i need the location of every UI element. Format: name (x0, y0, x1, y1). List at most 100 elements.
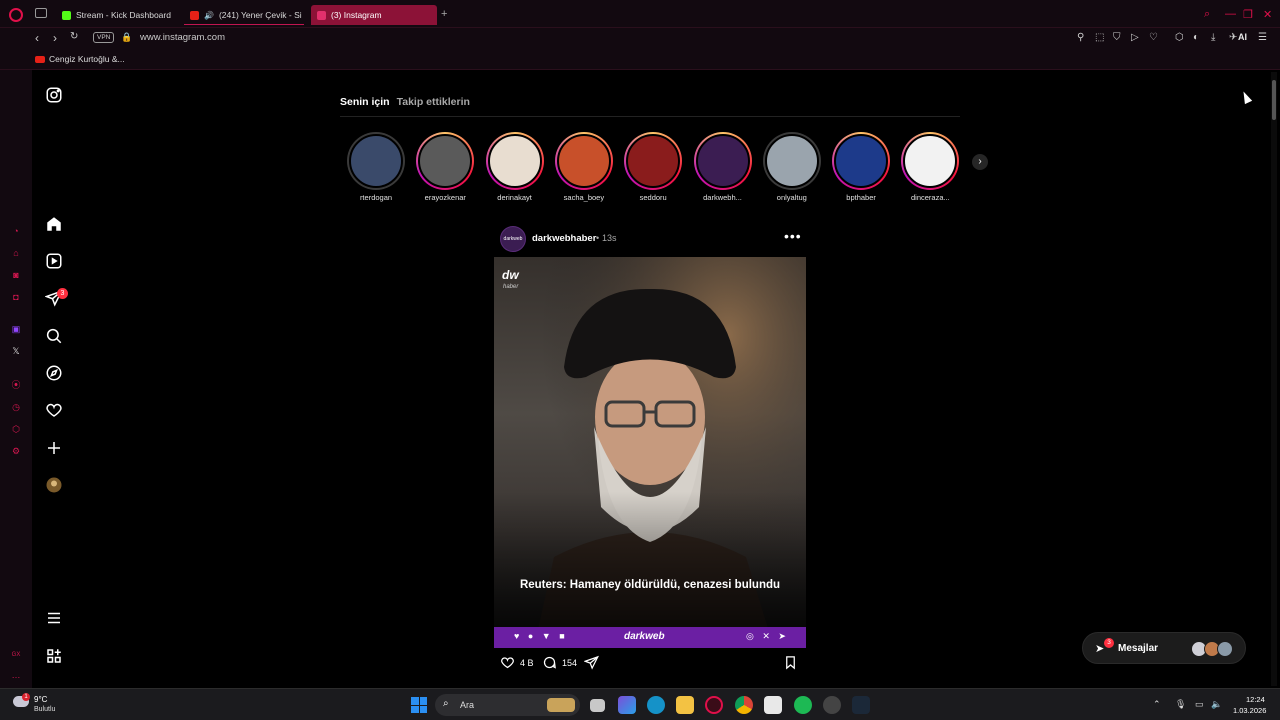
comment-button[interactable]: 154 (542, 655, 577, 670)
story-item[interactable]: onlyaltug (760, 132, 824, 202)
opera-logo-icon[interactable] (9, 8, 23, 22)
reels-icon[interactable] (44, 251, 64, 271)
heart-icon[interactable]: ♡ (1149, 32, 1158, 43)
tab-instagram[interactable]: (3) Instagram (311, 5, 437, 25)
explore-icon[interactable] (44, 363, 64, 383)
tab-for-you[interactable]: Senin için (340, 96, 390, 108)
sidebar-x-icon[interactable]: 𝕏 (11, 346, 21, 356)
avatar (903, 134, 958, 188)
story-item[interactable]: sacha_boey (552, 132, 616, 202)
edge-icon[interactable] (647, 696, 665, 714)
dw-logo-subtitle: haber (503, 284, 519, 290)
new-tab-button[interactable]: + (441, 8, 447, 20)
windows-start-icon[interactable] (411, 697, 427, 713)
sidebar-more-icon[interactable]: … (11, 670, 21, 680)
sidebar-extensions-icon[interactable]: ⬡ (11, 424, 21, 434)
ai-button[interactable]: AI (1238, 32, 1247, 42)
snapshot-icon[interactable]: ⬚ (1095, 32, 1104, 43)
chrome-icon[interactable] (735, 696, 753, 714)
also-from-meta-icon[interactable] (44, 646, 64, 666)
player-icon[interactable]: ▷ (1131, 32, 1139, 43)
widgets-app-icon[interactable] (618, 696, 636, 714)
post-author-avatar[interactable]: darkweb (500, 226, 526, 252)
like-button[interactable]: 4 B (500, 655, 534, 670)
story-item[interactable]: derinakayt (483, 132, 547, 202)
share-button[interactable] (584, 655, 599, 670)
task-view-icon[interactable] (590, 699, 605, 712)
instagram-favicon-icon (317, 10, 326, 20)
tab-kick[interactable]: Stream - Kick Dashboard (56, 5, 178, 25)
adblock-shield-icon[interactable]: ⛉ (1113, 32, 1121, 43)
story-item[interactable]: darkwebh... (691, 132, 755, 202)
vpn-badge[interactable]: VPN (93, 32, 115, 43)
create-icon[interactable] (44, 438, 64, 458)
sidebar-gx-icon[interactable]: GX (11, 650, 21, 660)
profile-avatar[interactable] (44, 475, 64, 495)
sidebar-history-icon[interactable]: ◷ (11, 402, 21, 412)
scrollbar-track[interactable] (1271, 72, 1277, 686)
tray-overflow-icon[interactable]: ⌃ (1153, 699, 1161, 710)
search-icon[interactable] (44, 326, 64, 346)
sidebar-instagram-icon[interactable]: ◙ (11, 270, 21, 280)
menu-icon[interactable] (44, 608, 64, 628)
spotify-icon[interactable] (794, 696, 812, 714)
forward-button[interactable]: › (53, 31, 57, 45)
reload-button[interactable]: ↻ (70, 31, 78, 42)
instagram-logo-icon[interactable] (44, 85, 64, 105)
story-item[interactable]: dinceraza... (898, 132, 962, 202)
file-explorer-icon[interactable] (676, 696, 694, 714)
opera-gx-icon[interactable] (705, 696, 723, 714)
minimize-icon[interactable]: — (1225, 8, 1236, 20)
post-more-options-icon[interactable]: ••• (784, 228, 802, 244)
post-author-username[interactable]: darkwebhaber (532, 233, 596, 244)
story-item[interactable]: bpthaber (829, 132, 893, 202)
network-icon[interactable]: ▭ (1195, 699, 1204, 710)
lock-icon[interactable]: 🔒 (121, 32, 132, 43)
direct-badge: 3 (57, 288, 68, 299)
aria-icon[interactable]: ✈ (1229, 32, 1237, 43)
sidebar-settings-icon[interactable]: ⚙ (11, 446, 21, 456)
restore-icon[interactable]: ❐ (1243, 8, 1253, 21)
tab-manager-icon[interactable] (35, 8, 47, 18)
sidebar-speed-dial-icon[interactable]: ◔ (11, 226, 21, 236)
direct-icon: ➤ (1095, 643, 1105, 655)
tab-youtube[interactable]: 🔊 (241) Yener Çevik - Si (184, 5, 304, 25)
clock-time[interactable]: 12:24 (1246, 695, 1265, 704)
messages-button[interactable]: ➤ 3 Mesajlar (1082, 632, 1246, 664)
profile-icon[interactable]: ◐ (1193, 32, 1199, 43)
steam-icon[interactable] (852, 696, 870, 714)
back-button[interactable]: ‹ (35, 31, 39, 45)
story-item[interactable]: rterdogan (344, 132, 408, 202)
close-icon[interactable]: ✕ (1263, 8, 1272, 21)
story-item[interactable]: erayozkenar (413, 132, 477, 202)
post-media[interactable]: dw haber Reuters: Hamaney öldürüldü, cen… (494, 257, 806, 648)
search-tabs-icon[interactable]: ⌕ (1204, 8, 1210, 21)
menu-icon[interactable]: ☰ (1258, 32, 1267, 43)
pin-icon[interactable]: ⚲ (1077, 32, 1084, 43)
tab-following[interactable]: Takip ettiklerin (397, 96, 470, 108)
bookmark-item[interactable]: Cengiz Kurtoğlu &... (35, 54, 125, 64)
sidebar-bag-icon[interactable]: ⌂ (11, 248, 21, 258)
story-item[interactable]: seddoru (621, 132, 685, 202)
extensions-icon[interactable]: ⬡ (1175, 32, 1184, 43)
taskbar-search[interactable]: ⌕ Ara (435, 694, 580, 716)
clock-date[interactable]: 1.03.2026 (1233, 706, 1266, 715)
messages-label: Mesajlar (1118, 643, 1159, 654)
sidebar-messenger-icon[interactable]: ◘ (11, 292, 21, 302)
download-icon[interactable]: ⤓ (1211, 32, 1215, 43)
story-username: rterdogan (359, 193, 393, 202)
sidebar-twitch-icon[interactable]: ▣ (11, 324, 21, 334)
save-button[interactable] (783, 655, 798, 670)
stories-next-button[interactable]: › (972, 154, 988, 170)
weather-temperature[interactable]: 9°C (34, 695, 47, 704)
heart-icon[interactable] (44, 400, 64, 420)
volume-icon[interactable]: 🔈 (1211, 699, 1222, 710)
system-app-icon[interactable] (823, 696, 841, 714)
sidebar-player-icon[interactable]: ⦿ (11, 380, 21, 390)
store-icon[interactable] (764, 696, 782, 714)
microphone-icon[interactable]: 🎙 (1175, 699, 1186, 710)
home-icon[interactable] (44, 214, 64, 234)
url-field[interactable]: www.instagram.com (140, 32, 225, 43)
avatar (626, 134, 681, 188)
scrollbar-thumb[interactable] (1272, 80, 1276, 120)
